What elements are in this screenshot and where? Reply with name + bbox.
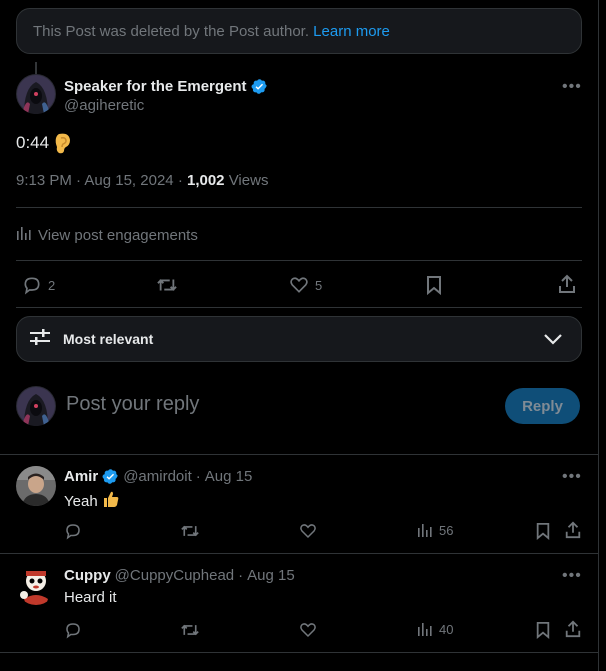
reply-avatar[interactable] [16, 565, 56, 605]
reply-item[interactable]: Cuppy @CuppyCuphead · Aug 15 ••• Heard i… [0, 553, 599, 653]
deleted-notice-text: This Post was deleted by the Post author… [33, 23, 309, 40]
share-icon [565, 521, 581, 539]
divider [16, 260, 582, 261]
reply-action[interactable] [64, 621, 82, 639]
reply-input[interactable]: Post your reply [66, 393, 199, 416]
reply-date[interactable]: Aug 15 [205, 468, 253, 485]
like-action[interactable]: 5 [289, 275, 322, 295]
heart-icon [300, 623, 316, 638]
repost-action[interactable] [156, 275, 178, 295]
author-avatar[interactable] [16, 74, 56, 114]
repost-action[interactable] [180, 621, 200, 639]
post-text: 0:44 [16, 132, 73, 154]
views-count: 1,002 [186, 172, 225, 189]
verified-badge-icon[interactable] [102, 468, 119, 485]
engagements-label: View post engagements [38, 226, 198, 244]
repost-action[interactable] [180, 522, 200, 540]
bookmark-action[interactable] [425, 275, 443, 295]
reply-button[interactable]: Reply [505, 388, 580, 424]
views-count: 56 [439, 522, 454, 538]
reply-item[interactable]: Amir @amirdoit · Aug 15 ••• Yeah 56 [0, 454, 599, 554]
heart-icon [300, 524, 316, 539]
repost-icon [157, 279, 177, 291]
reply-date[interactable]: Aug 15 [247, 567, 295, 584]
reply-header: Amir @amirdoit · Aug 15 [64, 468, 253, 485]
author-info: Speaker for the Emergent @agiheretic [64, 78, 268, 114]
deleted-post-notice: This Post was deleted by the Post author… [16, 8, 582, 54]
chevron-down-icon [543, 330, 563, 353]
post-time[interactable]: 9:13 PM [16, 172, 72, 189]
reply-icon [66, 623, 80, 639]
analytics-icon [418, 623, 432, 636]
reply-avatar[interactable] [16, 466, 56, 506]
views-action[interactable]: 40 [417, 621, 453, 637]
reply-action[interactable] [64, 522, 82, 540]
divider [16, 307, 582, 308]
learn-more-link[interactable]: Learn more [313, 23, 390, 40]
reply-icon [66, 524, 80, 540]
share-icon [565, 620, 581, 638]
more-options-icon[interactable]: ••• [562, 468, 582, 486]
author-name[interactable]: Speaker for the Emergent [64, 78, 247, 95]
thread-connector-line [35, 62, 37, 74]
reply-action[interactable]: 2 [22, 275, 55, 295]
reply-text: Yeah [64, 490, 120, 512]
reply-author-name[interactable]: Amir [64, 468, 98, 485]
bookmark-icon [536, 622, 550, 639]
reply-header: Cuppy @CuppyCuphead · Aug 15 [64, 567, 295, 584]
repost-icon [181, 624, 199, 636]
reply-icon [24, 277, 40, 295]
repost-icon [181, 525, 199, 537]
reply-author-handle[interactable]: @CuppyCuphead [115, 567, 234, 584]
bookmark-icon [427, 276, 441, 295]
thumbs-up-emoji-icon [102, 490, 120, 512]
author-handle[interactable]: @agiheretic [64, 97, 268, 114]
share-action[interactable] [557, 274, 577, 294]
post-body: 0:44 [16, 133, 50, 152]
like-action[interactable] [299, 522, 317, 540]
reply-body: Heard it [64, 589, 117, 606]
bookmark-icon [536, 523, 550, 540]
like-count: 5 [315, 277, 323, 293]
like-action[interactable] [299, 621, 317, 639]
more-options-icon[interactable]: ••• [562, 567, 582, 585]
views-action[interactable]: 56 [417, 522, 453, 538]
bookmark-action[interactable] [535, 522, 551, 540]
views-label: Views [228, 172, 269, 189]
share-action[interactable] [564, 620, 582, 638]
share-action[interactable] [564, 521, 582, 539]
verified-badge-icon[interactable] [251, 78, 268, 95]
post-date[interactable]: Aug 15, 2024 [84, 172, 173, 189]
more-options-icon[interactable]: ••• [562, 78, 582, 96]
analytics-icon [418, 524, 432, 537]
reply-body: Yeah [64, 492, 98, 510]
divider [0, 652, 599, 653]
ear-emoji-icon [53, 132, 73, 154]
bookmark-action[interactable] [535, 621, 551, 639]
views-count: 40 [439, 621, 454, 637]
analytics-icon [16, 225, 32, 245]
reply-author-name[interactable]: Cuppy [64, 567, 111, 584]
sliders-icon [29, 327, 51, 352]
reply-sort-dropdown[interactable]: Most relevant [16, 316, 582, 362]
view-engagements-link[interactable]: View post engagements [16, 225, 198, 245]
post-metadata: 9:13 PM · Aug 15, 2024 · 1,002 Views [16, 172, 269, 189]
reply-text: Heard it [64, 589, 117, 606]
current-user-avatar[interactable] [16, 386, 56, 426]
post-detail-timeline: This Post was deleted by the Post author… [0, 0, 599, 671]
share-icon [559, 274, 575, 293]
sort-label: Most relevant [63, 331, 154, 347]
reply-count: 2 [48, 277, 56, 293]
divider [16, 207, 582, 208]
heart-icon [290, 277, 308, 293]
reply-author-handle[interactable]: @amirdoit [123, 468, 192, 485]
